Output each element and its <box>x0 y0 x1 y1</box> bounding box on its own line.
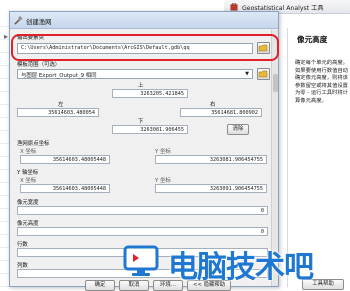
scrollbar-thumb[interactable] <box>273 74 278 92</box>
left-input[interactable]: 35614603.480054 <box>17 108 99 117</box>
folder-icon <box>258 70 268 78</box>
cell-height-label: 像元高度 <box>17 221 39 227</box>
right-label: 右 <box>210 102 216 108</box>
template-extent-label: 模板范围（可选） <box>17 62 61 68</box>
output-path-input[interactable]: C:\Users\Administrator\Documents\ArcGIS\… <box>17 43 253 54</box>
y-axis-y-label: Y 坐标 <box>155 178 171 184</box>
y-axis-y-input[interactable]: 3263091.906454755 <box>155 184 267 193</box>
bottom-label: 下 <box>138 119 144 125</box>
template-extent-select[interactable]: 与图层 Export_Output_9 相同 ▼ <box>17 69 253 79</box>
origin-x-label: X 坐标 <box>20 149 37 155</box>
right-input[interactable]: 35614681.800902 <box>180 108 262 117</box>
output-label: 输出要素类 <box>17 35 44 41</box>
origin-label: 渔网原点坐标 <box>17 141 50 147</box>
top-label: 上 <box>138 83 144 89</box>
cell-width-label: 像元宽度 <box>17 200 39 206</box>
dropdown-arrow-icon: ▼ <box>245 71 249 77</box>
origin-x-input[interactable]: 35614603.48005448 <box>20 155 110 164</box>
tree-expander-icon[interactable]: ▸ <box>4 32 8 41</box>
y-axis-x-input[interactable]: 35614603.48005448 <box>20 184 110 193</box>
hammer-icon <box>14 16 23 25</box>
ok-button[interactable]: 确定 <box>85 280 115 291</box>
watermark-text: 电脑技术吧 <box>168 250 314 285</box>
help-heading: 像元高度 <box>297 35 328 44</box>
watermark: 电脑技术吧 <box>122 238 350 287</box>
origin-y-label: Y 坐标 <box>155 149 171 155</box>
cell-height-input[interactable]: 0 <box>17 227 268 236</box>
toolbox-icon <box>230 3 238 11</box>
monitor-logo-icon <box>123 245 159 276</box>
cell-width-input[interactable]: 0 <box>17 206 268 215</box>
cols-label: 列数 <box>17 263 28 269</box>
browse-output-button[interactable] <box>257 42 270 54</box>
y-axis-label: Y 轴坐标 <box>17 170 39 176</box>
help-description: 确定每个单元的高度。如果要使用行数值自动确定像元高度，则将该参数留空或将其值设置… <box>295 60 348 104</box>
left-label: 左 <box>58 102 64 108</box>
rows-label: 行数 <box>17 242 28 248</box>
bottom-input[interactable]: 3263081.906455 <box>112 125 188 134</box>
clear-button[interactable]: 清除 <box>227 124 249 135</box>
template-extent-value: 与图层 Export_Output_9 相同 <box>21 73 97 79</box>
folder-icon <box>258 44 268 52</box>
y-axis-x-label: X 坐标 <box>20 178 37 184</box>
top-input[interactable]: 3263205.421845 <box>112 89 188 98</box>
browse-template-button[interactable] <box>257 68 270 80</box>
origin-y-input[interactable]: 3263081.906454755 <box>155 155 267 164</box>
dialog-titlebar[interactable]: 创建渔网 <box>10 12 278 29</box>
dialog-title: 创建渔网 <box>26 18 52 26</box>
